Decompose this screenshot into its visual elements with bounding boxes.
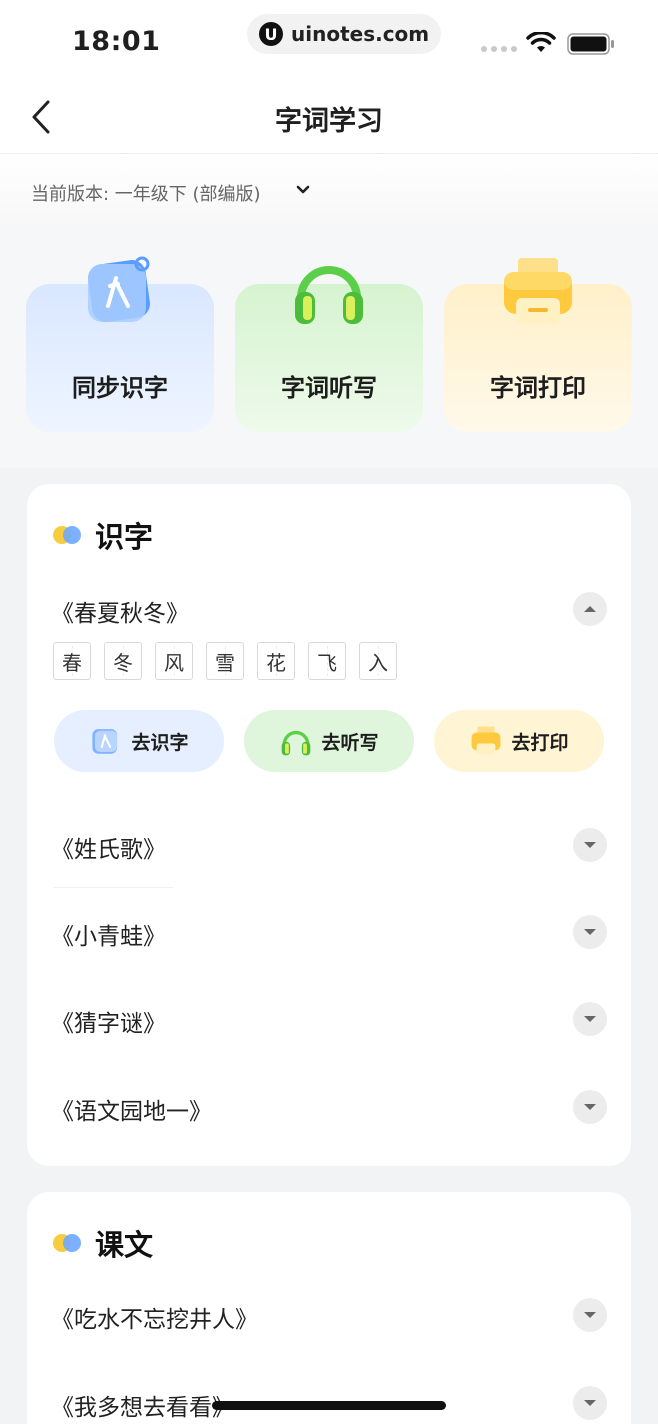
go-print-button[interactable]: 去打印 [434, 710, 604, 772]
expand-toggle[interactable] [573, 1090, 607, 1124]
lesson-title: 《春夏秋冬》 [51, 601, 189, 627]
url-text: uinotes.com [291, 22, 430, 46]
caret-down-icon [584, 1104, 596, 1110]
caret-down-icon [584, 1312, 596, 1318]
lesson-title: 《小青蛙》 [51, 924, 166, 950]
cellular-signal-icon [481, 46, 517, 52]
action-label: 去识字 [131, 731, 189, 754]
caret-down-icon [584, 1016, 596, 1022]
literacy-card-icon [92, 729, 118, 754]
navigation-bar: 字词学习 [0, 80, 658, 154]
lesson-row[interactable]: 《语文园地一》 [51, 1086, 607, 1130]
version-selector[interactable]: 当前版本: 一年级下 (部编版) [0, 154, 658, 228]
wifi-icon [526, 32, 556, 52]
collapse-toggle[interactable] [573, 592, 607, 626]
lesson-title: 《姓氏歌》 [51, 837, 166, 863]
version-label: 当前版本: 一年级下 (部编版) [31, 184, 261, 205]
character-tile[interactable]: 雪 [206, 642, 244, 680]
expand-toggle[interactable] [573, 828, 607, 862]
feature-card-dictation[interactable]: 字词听写 [235, 266, 423, 432]
character-tile[interactable]: 花 [257, 642, 295, 680]
lesson-actions: 去识字 去听写 去打印 [54, 710, 604, 772]
section-header: 识字 [53, 514, 153, 556]
url-pill[interactable]: U uinotes.com [247, 14, 442, 54]
section-dots-icon [53, 526, 81, 544]
battery-icon [567, 33, 614, 55]
section-header: 课文 [53, 1222, 153, 1264]
lesson-row[interactable]: 《姓氏歌》 [51, 824, 607, 868]
go-dictation-button[interactable]: 去听写 [244, 710, 414, 772]
character-tile[interactable]: 飞 [308, 642, 346, 680]
character-tile[interactable]: 春 [53, 642, 91, 680]
lesson-row[interactable]: 《小青蛙》 [51, 911, 607, 955]
status-time: 18:01 [72, 26, 161, 57]
status-bar: 18:01 U uinotes.com [0, 0, 658, 80]
caret-down-icon [584, 1400, 596, 1406]
caret-down-icon [584, 929, 596, 935]
action-label: 去打印 [511, 731, 569, 754]
go-literacy-button[interactable]: 去识字 [54, 710, 224, 772]
section-title: 课文 [95, 1228, 154, 1262]
section-title: 识字 [95, 520, 154, 554]
literacy-card-icon [88, 256, 150, 322]
feature-card-literacy[interactable]: 同步识字 [26, 256, 214, 432]
expand-toggle[interactable] [573, 1002, 607, 1036]
lesson-title: 《语文园地一》 [51, 1099, 212, 1125]
character-list: 春 冬 风 雪 花 飞 入 [53, 642, 397, 680]
expand-toggle[interactable] [573, 915, 607, 949]
page-title: 字词学习 [275, 106, 383, 137]
caret-down-icon [584, 842, 596, 848]
lesson-row[interactable]: 《吃水不忘挖井人》 [51, 1294, 607, 1338]
headphones-icon [295, 266, 363, 324]
lesson-row[interactable]: 《猜字谜》 [51, 998, 607, 1042]
expand-toggle[interactable] [573, 1386, 607, 1420]
lesson-row-expanded[interactable]: 《春夏秋冬》 [51, 588, 607, 632]
printer-icon [472, 726, 501, 755]
action-label: 去听写 [321, 731, 379, 754]
site-logo-icon: U [259, 22, 283, 46]
character-tile[interactable]: 冬 [104, 642, 142, 680]
section-dots-icon [53, 1234, 81, 1252]
headphones-icon [282, 730, 311, 756]
caret-up-icon [584, 606, 596, 612]
feature-label: 字词听写 [281, 374, 377, 402]
feature-label: 同步识字 [72, 374, 168, 402]
feature-row: 同步识字 字词听写 字词打印 [0, 228, 658, 468]
feature-card-print[interactable]: 字词打印 [444, 258, 632, 432]
feature-label: 字词打印 [490, 374, 586, 402]
lesson-title: 《吃水不忘挖井人》 [51, 1307, 258, 1333]
home-indicator[interactable] [212, 1401, 446, 1410]
character-tile[interactable]: 风 [155, 642, 193, 680]
section-card-texts: 课文 《吃水不忘挖井人》 《我多想去看看》 [27, 1192, 631, 1424]
character-tile[interactable]: 入 [359, 642, 397, 680]
expand-toggle[interactable] [573, 1298, 607, 1332]
chevron-down-icon [296, 185, 310, 194]
printer-icon [504, 258, 572, 324]
lesson-title: 《猜字谜》 [51, 1011, 166, 1037]
section-card-literacy: 识字 《春夏秋冬》 春 冬 风 雪 花 飞 入 去识字 去听写 去打印 《姓氏歌… [27, 484, 631, 1166]
lesson-title: 《我多想去看看》 [51, 1395, 235, 1421]
row-divider [53, 887, 173, 888]
